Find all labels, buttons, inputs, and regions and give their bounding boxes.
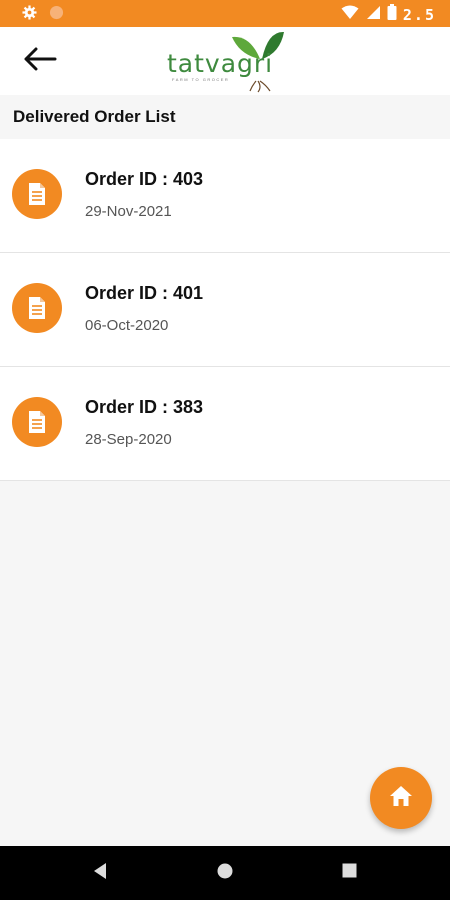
home-fab-button[interactable] (370, 767, 432, 829)
document-icon (12, 169, 62, 219)
status-right: 2.5 (341, 4, 436, 25)
page-title: Delivered Order List (13, 107, 176, 126)
arrow-left-icon (23, 47, 57, 76)
order-date: 28-Sep-2020 (85, 431, 172, 448)
order-date: 29-Nov-2021 (85, 203, 172, 220)
logo-tagline: FARM TO GROCER (172, 77, 230, 82)
order-id: Order ID : 401 (85, 283, 204, 303)
signal-icon (365, 5, 381, 25)
list-item[interactable]: Order ID : 383 28-Sep-2020 (0, 367, 450, 481)
back-button[interactable] (20, 44, 60, 78)
nav-recents-button[interactable] (337, 861, 361, 885)
battery-icon (387, 4, 397, 25)
order-id: Order ID : 383 (85, 397, 204, 417)
status-bar: 2.5 (0, 0, 450, 27)
wifi-icon (341, 5, 359, 25)
recents-square-icon (342, 863, 357, 883)
order-id: Order ID : 403 (85, 169, 204, 189)
document-icon (12, 283, 62, 333)
order-list: Order ID : 403 29-Nov-2021 Order ID : 40… (0, 139, 450, 481)
status-time: 2.5 (402, 5, 436, 24)
circle-icon (49, 5, 64, 25)
section-header: Delivered Order List (0, 95, 450, 139)
status-left (22, 5, 64, 25)
logo-text: tatvagri (167, 49, 274, 78)
nav-back-button[interactable] (88, 861, 112, 885)
brand-logo: tatvagri FARM TO GROCER (160, 29, 290, 93)
home-circle-icon (217, 863, 233, 884)
system-nav-bar (0, 846, 450, 900)
document-icon (12, 397, 62, 447)
home-icon (388, 784, 414, 813)
back-triangle-icon (92, 862, 108, 885)
list-item[interactable]: Order ID : 401 06-Oct-2020 (0, 253, 450, 367)
order-date: 06-Oct-2020 (85, 317, 169, 334)
settings-icon (22, 5, 37, 25)
list-item[interactable]: Order ID : 403 29-Nov-2021 (0, 139, 450, 253)
app-bar: tatvagri FARM TO GROCER (0, 27, 450, 95)
nav-home-button[interactable] (213, 861, 237, 885)
